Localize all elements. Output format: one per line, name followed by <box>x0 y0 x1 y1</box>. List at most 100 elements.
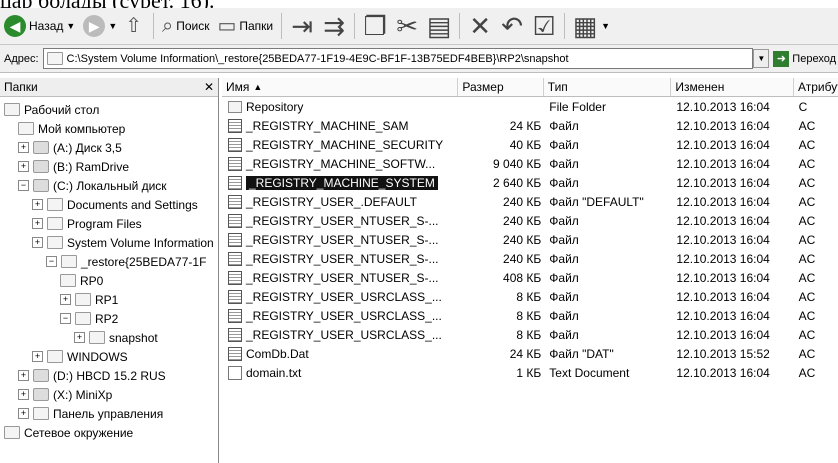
folder-icon <box>18 122 34 135</box>
tree-item[interactable]: Сетевое окружение <box>4 423 133 442</box>
file-icon <box>228 175 242 190</box>
list-item[interactable]: _REGISTRY_USER_USRCLASS_... 8 КБ Файл 12.10… <box>222 306 838 325</box>
file-modified: 12.10.2013 15:52 <box>676 346 770 361</box>
expand-icon[interactable]: + <box>32 199 43 210</box>
column-header-size[interactable]: Размер <box>458 78 544 96</box>
folder-icon <box>46 52 63 65</box>
list-item[interactable]: _REGISTRY_USER_NTUSER_S-... 408 КБ Файл 12.… <box>222 268 838 287</box>
column-header-attributes[interactable]: Атрибуты <box>794 78 838 96</box>
tree-item[interactable]: RP0 <box>60 271 103 290</box>
expand-icon[interactable]: + <box>32 351 43 362</box>
file-icon <box>228 270 242 285</box>
expand-icon[interactable]: + <box>18 389 29 400</box>
file-modified: 12.10.2013 16:04 <box>676 175 770 190</box>
tree-item[interactable]: + snapshot <box>74 328 158 347</box>
file-icon <box>228 308 242 323</box>
expand-icon[interactable]: + <box>18 142 29 153</box>
folder-icon <box>228 100 242 113</box>
file-name: ComDb.Dat <box>246 346 309 361</box>
file-icon <box>228 194 242 209</box>
expand-icon[interactable]: + <box>18 370 29 381</box>
list-item[interactable]: _REGISTRY_MACHINE_SOFTW... 9 040 КБ Файл 12… <box>222 154 838 173</box>
toolbar-divider <box>354 13 356 39</box>
list-item[interactable]: _REGISTRY_MACHINE_SYSTEM 2 640 КБ Файл 12.1… <box>222 173 838 192</box>
chevron-down-icon[interactable]: ▼ <box>753 49 770 68</box>
file-name-cell: _REGISTRY_USER_USRCLASS_... <box>222 308 460 323</box>
search-button[interactable]: ⌕ Поиск <box>158 12 213 40</box>
file-name: _REGISTRY_MACHINE_SECURITY <box>246 137 444 152</box>
list-item[interactable]: _REGISTRY_USER_NTUSER_S-... 240 КБ Файл 12.… <box>222 249 838 268</box>
tree-item[interactable]: + Documents and Settings <box>32 195 198 214</box>
file-name-cell: _REGISTRY_USER_USRCLASS_... <box>222 327 460 342</box>
list-body: Repository File Folder 12.10.2013 16:04 C _R… <box>222 97 838 382</box>
paste-icon[interactable]: ▤ <box>423 11 455 42</box>
back-button[interactable]: ◀ Назад ▼ <box>0 12 79 40</box>
file-name-cell: _REGISTRY_USER_USRCLASS_... <box>222 289 460 304</box>
column-header-type[interactable]: Тип <box>544 78 672 96</box>
close-icon[interactable]: ✕ <box>204 80 214 94</box>
tree-item[interactable]: + Program Files <box>32 214 142 233</box>
forward-button[interactable]: ▶ ▼ <box>79 12 121 40</box>
tree-item[interactable]: + RP1 <box>60 290 118 309</box>
tree-item[interactable]: − (C:) Локальный диск <box>18 176 167 195</box>
properties-icon[interactable]: ☑ <box>528 11 560 42</box>
list-item[interactable]: _REGISTRY_USER_USRCLASS_... 8 КБ Файл 12.10… <box>222 325 838 344</box>
tree-item[interactable]: + Панель управления <box>18 404 163 423</box>
file-size: 40 КБ <box>509 137 542 152</box>
list-item[interactable]: _REGISTRY_USER_USRCLASS_... 8 КБ Файл 12.10… <box>222 287 838 306</box>
file-attributes: AC <box>798 327 816 342</box>
address-input[interactable]: C:\System Volume Information\_restore{25… <box>42 48 754 69</box>
list-item[interactable]: Repository File Folder 12.10.2013 16:04 C <box>222 97 838 116</box>
folder-icon <box>75 312 91 325</box>
copy-icon[interactable]: ❐ <box>359 11 391 42</box>
views-icon[interactable]: ▦ <box>569 11 601 42</box>
tree-item[interactable]: + (A:) Диск 3,5 <box>18 138 122 157</box>
file-modified: 12.10.2013 16:04 <box>676 118 770 133</box>
up-folder-button[interactable]: ⇧ <box>121 12 149 40</box>
go-button[interactable]: Переход <box>792 53 836 65</box>
tree-item[interactable]: + WINDOWS <box>32 347 128 366</box>
delete-icon[interactable]: ✕ <box>464 11 496 42</box>
collapse-icon[interactable]: − <box>18 180 29 191</box>
go-arrow-icon[interactable]: ➜ <box>773 50 790 67</box>
list-item[interactable]: _REGISTRY_USER_NTUSER_S-... 240 КБ Файл 12.… <box>222 211 838 230</box>
list-item[interactable]: _REGISTRY_USER_.DEFAULT 240 КБ Файл "DEFAU… <box>222 192 838 211</box>
column-header-modified[interactable]: Изменен <box>671 78 794 96</box>
expand-icon[interactable]: + <box>32 237 43 248</box>
chevron-down-icon[interactable]: ▼ <box>601 21 610 31</box>
tree-item[interactable]: + (D:) HBCD 15.2 RUS <box>18 366 166 385</box>
tree-item[interactable]: Рабочий стол <box>4 100 99 119</box>
expand-icon[interactable]: + <box>18 161 29 172</box>
expand-icon[interactable]: + <box>18 408 29 419</box>
file-attributes: AC <box>798 308 816 323</box>
list-item[interactable]: ComDb.Dat 24 КБ Файл "DAT" 12.10.2013 15:52… <box>222 344 838 363</box>
cut-icon[interactable]: ✂ <box>391 11 423 42</box>
expand-icon[interactable]: + <box>32 218 43 229</box>
tree-item[interactable]: Мой компьютер <box>18 119 125 138</box>
move-to-icon[interactable]: ⇥ <box>286 11 318 42</box>
collapse-icon[interactable]: − <box>46 256 57 267</box>
list-item[interactable]: _REGISTRY_MACHINE_SECURITY 40 КБ Файл 12.10… <box>222 135 838 154</box>
tree-item[interactable]: − RP2 <box>60 309 118 328</box>
expand-icon[interactable]: + <box>74 332 85 343</box>
folders-button[interactable]: ▭ Папки <box>213 12 277 40</box>
undo-icon[interactable]: ↶ <box>496 11 528 42</box>
tree-item[interactable]: − _restore{25BEDA77-1F <box>46 252 206 271</box>
folder-icon: ▭ <box>217 15 237 37</box>
list-item[interactable]: domain.txt 1 КБ Text Document 12.10.2013 16… <box>222 363 838 382</box>
file-size: 240 КБ <box>503 232 542 247</box>
copy-to-icon[interactable]: ⇉ <box>318 11 350 42</box>
collapse-icon[interactable]: − <box>60 313 71 324</box>
tree-item[interactable]: + (X:) MiniXp <box>18 385 112 404</box>
expand-icon[interactable]: + <box>60 294 71 305</box>
file-size: 2 640 КБ <box>493 175 542 190</box>
chevron-down-icon[interactable]: ▼ <box>66 21 75 31</box>
file-attributes: C <box>798 99 808 114</box>
tree-item-label: Панель управления <box>53 406 164 421</box>
chevron-down-icon[interactable]: ▼ <box>108 21 117 31</box>
tree-item[interactable]: + (B:) RamDrive <box>18 157 129 176</box>
list-item[interactable]: _REGISTRY_USER_NTUSER_S-... 240 КБ Файл 12.… <box>222 230 838 249</box>
list-item[interactable]: _REGISTRY_MACHINE_SAM 24 КБ Файл 12.10.2013… <box>222 116 838 135</box>
tree-item[interactable]: + System Volume Information <box>32 233 214 252</box>
column-header-name[interactable]: Имя ▲ <box>222 78 459 96</box>
